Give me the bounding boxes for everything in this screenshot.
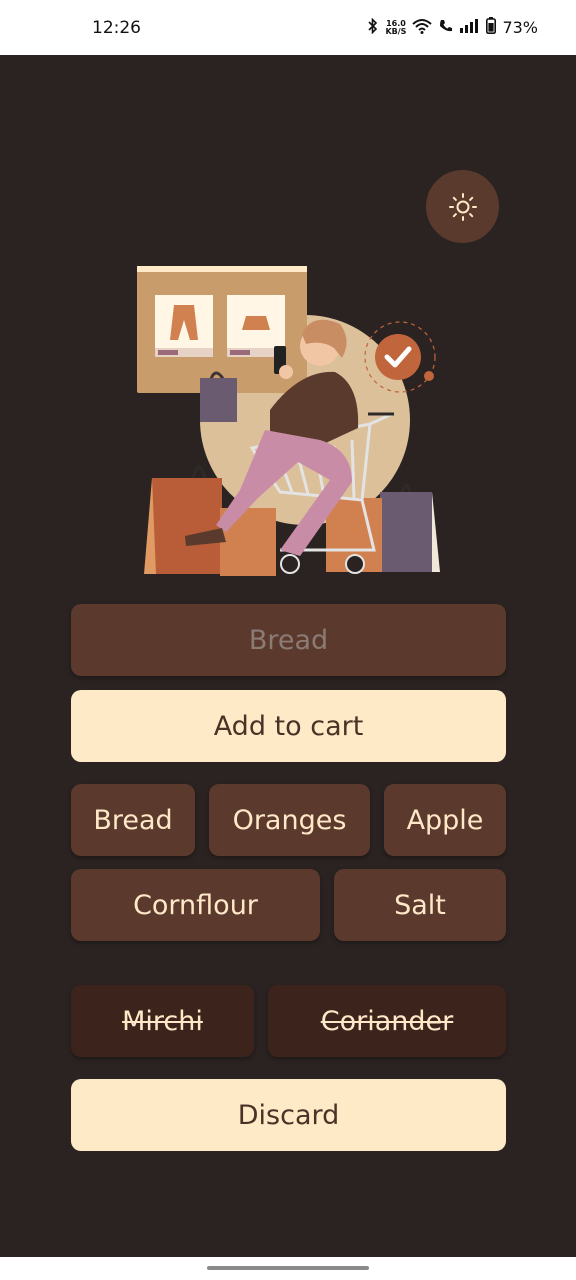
signal-icon [460,18,480,37]
discard-label: Discard [237,1099,340,1131]
battery-icon [486,17,497,38]
net-speed-unit: KB/S [385,26,407,36]
status-icons: 16.0 KB/S 73% [367,17,538,38]
call-icon [438,18,454,38]
item-chip-label: Oranges [232,804,347,836]
network-speed: 16.0 KB/S [385,19,407,36]
item-chip[interactable]: Bread [71,784,195,856]
wifi-icon [412,18,433,38]
navigation-bar [0,1257,576,1280]
theme-toggle-button[interactable] [426,170,499,243]
done-item-chip[interactable]: Coriander [268,985,506,1057]
item-chip-label: Cornflour [133,889,258,921]
item-input[interactable] [71,604,506,676]
status-bar: 12:26 16.0 KB/S 73% [0,0,576,55]
discard-button[interactable]: Discard [71,1079,506,1151]
item-chip[interactable]: Salt [334,869,506,941]
done-item-chip[interactable]: Mirchi [71,985,254,1057]
status-time: 12:26 [92,17,141,38]
shopping-illustration [137,266,440,576]
item-chip-label: Apple [406,804,484,836]
add-to-cart-button[interactable]: Add to cart [71,690,506,762]
item-chip-label: Bread [93,804,173,836]
done-item-label: Mirchi [122,1005,203,1037]
add-to-cart-label: Add to cart [213,710,364,742]
battery-percent: 73% [502,18,538,37]
bluetooth-icon [367,17,379,38]
item-chip-label: Salt [394,889,446,921]
item-chip[interactable]: Apple [384,784,506,856]
done-item-label: Coriander [320,1005,454,1037]
sun-icon [448,192,477,221]
home-gesture-bar[interactable] [207,1266,369,1270]
item-chip[interactable]: Oranges [209,784,370,856]
item-chip[interactable]: Cornflour [71,869,320,941]
